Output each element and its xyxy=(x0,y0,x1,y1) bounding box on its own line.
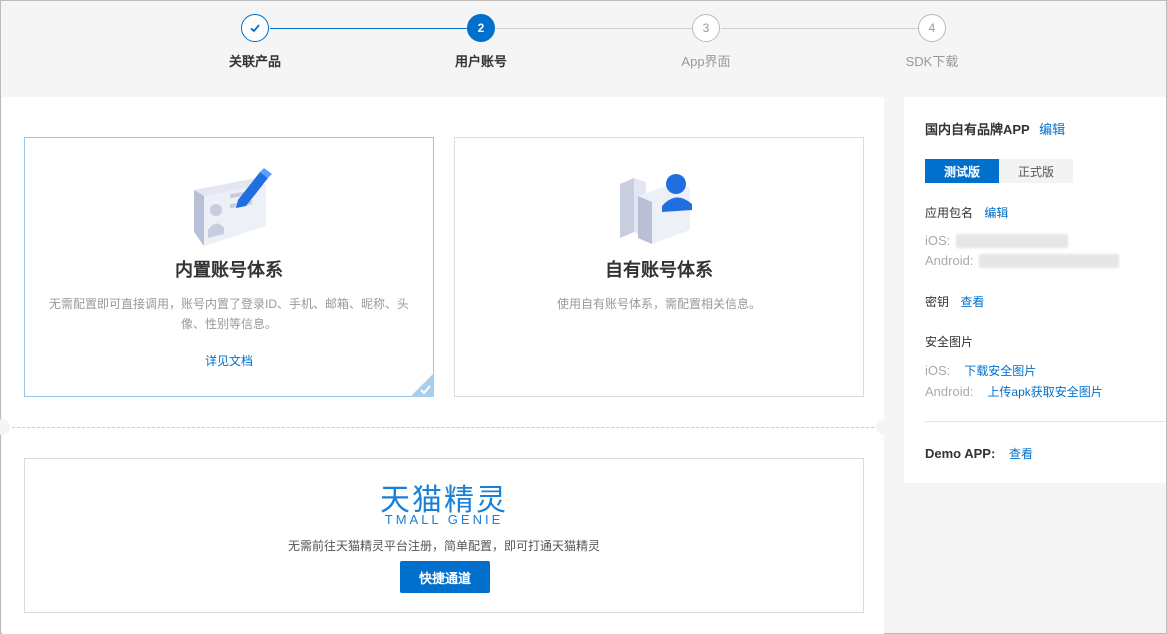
sidebar-divider xyxy=(925,421,1166,422)
secure-image-android-row: Android: 上传apk获取安全图片 xyxy=(925,383,1103,400)
view-key-link[interactable]: 查看 xyxy=(960,295,984,309)
label-text: Android: xyxy=(925,384,974,399)
step-app-ui[interactable]: 3 App界面 xyxy=(646,14,766,70)
card-description: 无需配置即可直接调用，账号内置了登录ID、手机、邮箱、昵称、头像、性别等信息。 xyxy=(48,297,409,331)
label-text: Demo APP: xyxy=(925,446,996,461)
view-demo-link[interactable]: 查看 xyxy=(1009,447,1033,461)
version-tabs: 测试版 正式版 xyxy=(925,159,1073,183)
main-panel: 内置账号体系 无需配置即可直接调用，账号内置了登录ID、手机、邮箱、昵称、头像、… xyxy=(0,97,892,634)
android-package-row: Android: xyxy=(925,253,1120,268)
builtin-account-card[interactable]: 内置账号体系 无需配置即可直接调用，账号内置了登录ID、手机、邮箱、昵称、头像、… xyxy=(24,137,434,397)
quick-channel-button[interactable]: 快捷通道 xyxy=(400,561,490,593)
card-title: 内置账号体系 xyxy=(175,260,283,280)
download-secure-image-link[interactable]: 下载安全图片 xyxy=(964,362,1036,379)
app-name: 国内自有品牌APP xyxy=(925,122,1030,137)
demo-app-row: Demo APP: 查看 xyxy=(925,445,1033,462)
divider-notch xyxy=(876,419,892,435)
label-text: iOS: xyxy=(925,233,951,248)
label-text: Android: xyxy=(925,253,974,268)
tmall-genie-logo-en: TMALL GENIE xyxy=(384,512,504,527)
secure-image-ios-row: iOS: 下载安全图片 xyxy=(925,362,1036,379)
redacted-value xyxy=(979,253,1120,268)
app-info-sidebar: 国内自有品牌APP 编辑 测试版 正式版 应用包名 编辑 iOS: Androi… xyxy=(904,97,1166,483)
edit-app-link[interactable]: 编辑 xyxy=(1039,122,1065,137)
progress-stepper: 关联产品 2 用户账号 3 App界面 4 SDK下载 xyxy=(1,1,1166,97)
ios-package-row: iOS: xyxy=(925,233,1069,248)
redacted-value xyxy=(956,233,1069,248)
own-account-card[interactable]: 自有账号体系 使用自有账号体系，需配置相关信息。 xyxy=(454,137,864,397)
selected-check-icon xyxy=(410,373,434,397)
package-name-label: 应用包名 编辑 xyxy=(925,204,1008,221)
card-description: 使用自有账号体系，需配置相关信息。 xyxy=(556,297,761,311)
view-docs-link[interactable]: 详见文档 xyxy=(25,352,433,369)
id-card-edit-icon xyxy=(186,168,272,253)
card-title: 自有账号体系 xyxy=(605,260,713,280)
app-title: 国内自有品牌APP 编辑 xyxy=(925,119,1065,138)
user-account-icon xyxy=(616,168,702,253)
label-text: iOS: xyxy=(925,363,951,378)
step-number: 4 xyxy=(918,14,946,42)
tab-release-version[interactable]: 正式版 xyxy=(999,159,1073,183)
divider-notch xyxy=(0,419,10,435)
step-label: App界面 xyxy=(681,54,731,69)
step-label: SDK下载 xyxy=(905,54,959,69)
step-number: 2 xyxy=(467,14,495,42)
secret-key-label: 密钥 查看 xyxy=(925,293,984,310)
check-icon xyxy=(241,14,269,42)
tab-test-version[interactable]: 测试版 xyxy=(925,159,999,183)
edit-package-link[interactable]: 编辑 xyxy=(984,206,1008,220)
step-number: 3 xyxy=(692,14,720,42)
secure-image-label: 安全图片 xyxy=(925,335,974,349)
step-sdk-download[interactable]: 4 SDK下载 xyxy=(872,14,992,70)
dashed-divider xyxy=(2,427,884,428)
step-label: 关联产品 xyxy=(228,54,281,69)
label-text: 应用包名 xyxy=(925,206,974,220)
step-user-account[interactable]: 2 用户账号 xyxy=(421,14,541,70)
label-text: 密钥 xyxy=(925,295,950,309)
step-label: 用户账号 xyxy=(454,54,507,69)
step-link-product[interactable]: 关联产品 xyxy=(195,14,315,70)
genie-description: 无需前往天猫精灵平台注册，简单配置，即可打通天猫精灵 xyxy=(287,539,600,553)
upload-apk-link[interactable]: 上传apk获取安全图片 xyxy=(987,383,1102,400)
tmall-genie-card: 天猫精灵 TMALL GENIE 无需前往天猫精灵平台注册，简单配置，即可打通天… xyxy=(24,458,864,613)
